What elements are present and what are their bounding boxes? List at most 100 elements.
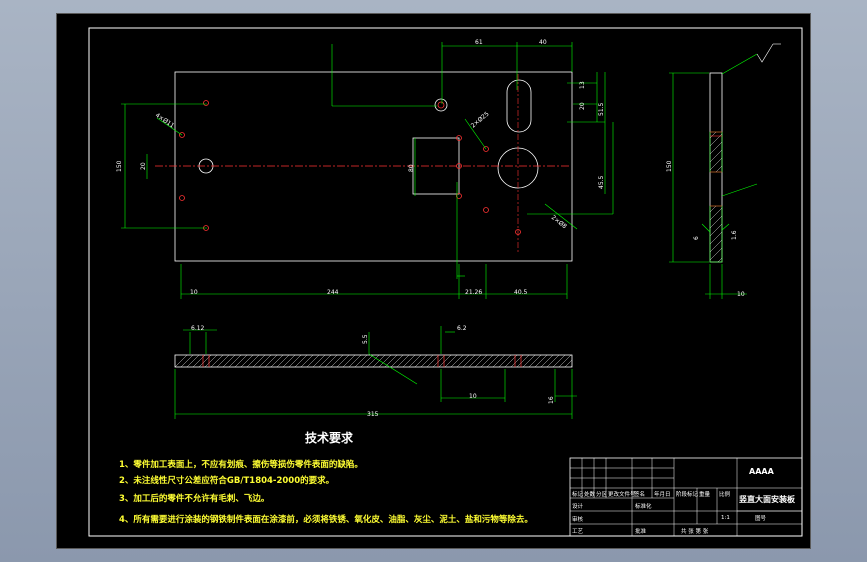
hatch-line [528,354,542,368]
hatch-line [540,354,554,368]
dim-4xd11: 4×Ø11 [154,112,176,130]
hatch-line [234,354,248,368]
tech-note-3: 3、加工后的零件不允许有毛刺、飞边。 [119,493,269,504]
hatch-line [324,354,338,368]
hatch-line [300,354,314,368]
counterbore-hole [434,98,448,112]
tb-weight: 重量 [699,490,711,498]
dim-80: 80 [408,164,415,172]
hatch-line [426,354,440,368]
section-dim-10: 10 [469,393,477,400]
hatch-line [474,354,488,368]
section-dim-16: 16 [548,396,555,404]
hatch-line [414,354,428,368]
counterbore-hole-inner [437,101,445,109]
hatch-line [516,354,530,368]
dim-40: 40 [539,39,547,46]
hatch-line [378,354,392,368]
hatch-line [294,354,308,368]
hatch-line [360,354,374,368]
dim-2xd8: 2×Ø8 [550,214,568,230]
side-dim-150: 150 [666,160,673,172]
tb-sign: 签名 [634,490,645,498]
tb-design: 设计 [572,502,584,510]
side-view: 150 10 6 1.6 [666,53,758,299]
tb-date: 年月日 [654,490,671,498]
section-dimension-lines [174,326,577,419]
hatch-line [264,354,278,368]
dim-61: 61 [475,39,483,46]
hatch-line [402,354,416,368]
tb-approve: 批准 [635,527,647,535]
hatch-line [390,354,404,368]
hatch-line [432,354,446,368]
hatch-line [444,354,458,368]
hatch-line [420,354,434,368]
red-holes [179,100,521,235]
tech-note-1: 1、零件加工表面上，不应有划痕、擦伤等损伤零件表面的缺陷。 [119,459,363,470]
hatch-line [342,354,356,368]
hatch-line [210,354,224,368]
hatch-line [252,354,266,368]
hatch-line [552,354,566,368]
tb-sheet: 共 张 第 张 [681,527,709,535]
tb-count: 处数 [584,490,596,498]
hatch-line [408,354,422,368]
section-dim-315: 315 [367,411,379,418]
dim-51-5: 51.5 [598,102,605,116]
hatch-line [318,354,332,368]
hatch-line [564,359,573,368]
section-dim-6-12: 6.12 [191,325,205,332]
hatch-line [330,354,344,368]
hatch-line [282,354,296,368]
hatch-line [228,354,242,368]
section-dim-5-5: 5.5 [362,334,369,344]
tb-zone: 分区 [596,490,608,498]
hatch-line [216,354,230,368]
hatch-line [522,354,536,368]
oblong-slot [506,79,532,133]
tb-process: 工艺 [572,528,584,535]
engineering-drawing: 61 40 150 20 13 20 51.5 45.5 80 10 244 2… [88,27,803,537]
hatch-line [258,354,272,368]
hatch-line [450,354,464,368]
hatch-line [438,354,452,368]
tb-change-doc: 更改文件号 [608,490,636,498]
front-dimension-lines [121,42,614,299]
dim-40-5: 40.5 [514,289,528,296]
side-dim-1-6: 1.6 [731,230,738,240]
tb-code: AAAA [749,467,775,476]
hatch-line [270,354,284,368]
hatch-line [174,354,188,368]
dim-10-bottom: 10 [190,289,198,296]
dim-20: 20 [140,162,147,170]
hatch-line [546,354,560,368]
hatch-line [306,354,320,368]
hatch-line [492,354,506,368]
side-red-lines [710,131,722,207]
hatch-line [336,354,350,368]
cad-viewport[interactable]: 61 40 150 20 13 20 51.5 45.5 80 10 244 2… [56,13,811,549]
tb-check: 审核 [572,515,584,523]
hatch-line [462,354,476,368]
hatch-line [558,354,572,368]
plate-outline [174,71,573,262]
dim-13: 13 [579,81,586,89]
hatch-line [456,354,470,368]
dim-150: 150 [116,160,123,172]
section-dim-6-2: 6.2 [457,325,467,332]
tb-standardization: 标准化 [635,502,652,510]
dim-244: 244 [327,289,339,296]
section-view: 6.12 5.5 6.2 315 10 16 [174,325,577,419]
hatch-line [180,354,194,368]
tech-title: 技术要求 [305,430,354,445]
hatch-line [396,354,410,368]
dim-45-5: 45.5 [598,175,605,189]
tb-part-name: 竖直大面安装板 [739,494,796,504]
tb-scale-label: 比例 [719,490,731,498]
tb-stage: 阶段标记 [676,490,699,498]
dim-2xd25: 2×Ø25 [470,110,491,129]
hatch-line [222,354,236,368]
tb-mark: 标记 [572,490,584,498]
hatch-line [498,354,512,368]
